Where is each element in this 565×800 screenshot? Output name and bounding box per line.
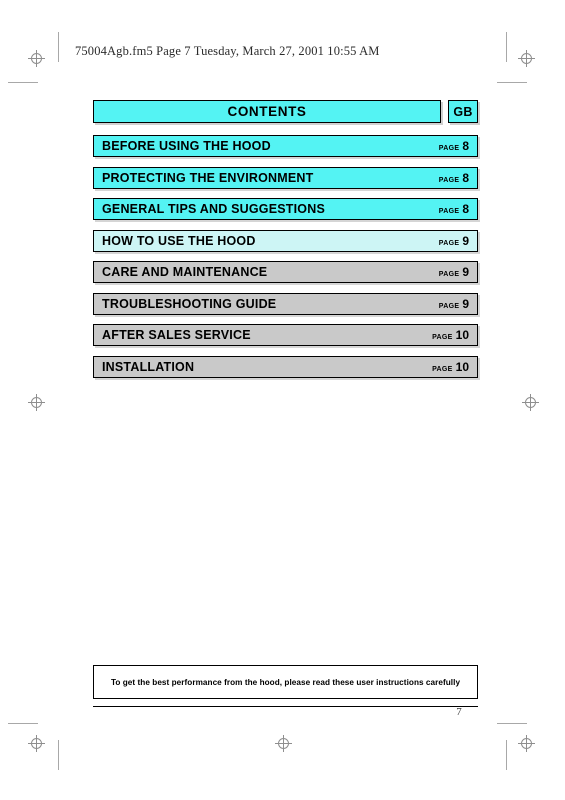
contents-entry-label: GENERAL TIPS AND SUGGESTIONS xyxy=(102,202,325,216)
contents-entry[interactable]: HOW TO USE THE HOOD PAGE 9 xyxy=(93,229,478,252)
contents-entry-label: PROTECTING THE ENVIRONMENT xyxy=(102,170,314,185)
contents-entry[interactable]: CARE AND MAINTENANCE PAGE 9 xyxy=(93,261,478,283)
crop-line-bottom-right-horizontal xyxy=(497,723,527,724)
document-running-head: 75004Agb.fm5 Page 7 Tuesday, March 27, 2… xyxy=(75,44,380,58)
footer-note-text: To get the best performance from the hoo… xyxy=(110,677,461,687)
contents-entry-page-number: 8 xyxy=(462,170,469,185)
crop-line-bottom-left-horizontal xyxy=(8,723,38,724)
contents-title-text: CONTENTS xyxy=(227,104,307,119)
contents-entry-page-number: 10 xyxy=(455,359,469,374)
contents-entry-page-word: PAGE xyxy=(432,334,453,341)
registration-mark-top-right xyxy=(518,50,535,67)
contents-entry[interactable]: BEFORE USING THE HOOD PAGE 8 xyxy=(93,135,478,157)
crop-line-bottom-left-vertical xyxy=(58,740,59,770)
contents-entry-list: BEFORE USING THE HOOD PAGE 8 PROTECTING THE… xyxy=(93,135,478,378)
contents-entry-page-word: PAGE xyxy=(438,208,460,215)
contents-entry-label: HOW TO USE THE HOOD xyxy=(102,233,256,248)
contents-entry[interactable]: INSTALLATION PAGE 10 xyxy=(93,355,478,378)
contents-entry-page-number: 10 xyxy=(455,328,469,342)
contents-entry-page-ref: PAGE 9 xyxy=(439,297,469,311)
contents-entry-page-ref: PAGE 8 xyxy=(439,202,469,216)
contents-entry-page-number: 8 xyxy=(462,139,469,153)
contents-entry-page-ref: PAGE 9 xyxy=(439,265,469,279)
registration-mark-middle-right xyxy=(522,394,539,411)
registration-mark-bottom-left xyxy=(28,735,45,752)
contents-title-bar: CONTENTS xyxy=(93,100,441,123)
contents-entry-page-word: PAGE xyxy=(438,176,460,184)
crop-line-top-left-vertical xyxy=(58,32,59,62)
registration-mark-top-left xyxy=(28,50,45,67)
printed-page-sheet: 75004Agb.fm5 Page 7 Tuesday, March 27, 2… xyxy=(0,0,565,800)
contents-entry-page-number: 9 xyxy=(462,233,469,248)
contents-entry-label: CARE AND MAINTENANCE xyxy=(102,265,268,279)
contents-entry-page-ref: PAGE 10 xyxy=(432,360,469,374)
contents-entry-page-number: 9 xyxy=(462,296,469,311)
contents-entry-page-number: 8 xyxy=(462,202,469,216)
contents-entry-page-word: PAGE xyxy=(438,239,460,247)
contents-entry-label: TROUBLESHOOTING GUIDE xyxy=(102,296,277,311)
contents-entry[interactable]: PROTECTING THE ENVIRONMENT PAGE 8 xyxy=(93,166,478,189)
contents-entry-page-word: PAGE xyxy=(432,365,453,373)
registration-mark-bottom-right xyxy=(518,735,535,752)
crop-line-top-right-horizontal xyxy=(497,82,527,83)
contents-entry-page-word: PAGE xyxy=(438,271,460,278)
table-of-contents: CONTENTS GB BEFORE USING THE HOOD PAGE 8 PR… xyxy=(93,100,478,387)
contents-entry-label: AFTER SALES SERVICE xyxy=(102,328,251,342)
registration-mark-middle-left xyxy=(28,394,45,411)
contents-entry-page-word: PAGE xyxy=(438,145,460,152)
contents-entry-page-ref: PAGE 8 xyxy=(439,171,469,185)
contents-entry[interactable]: AFTER SALES SERVICE PAGE 10 xyxy=(93,324,478,346)
page-number: 7 xyxy=(456,706,462,718)
footer-rule xyxy=(93,706,478,707)
contents-entry-label: BEFORE USING THE HOOD xyxy=(102,139,271,153)
contents-entry[interactable]: GENERAL TIPS AND SUGGESTIONS PAGE 8 xyxy=(93,198,478,220)
crop-line-top-right-vertical xyxy=(506,32,507,62)
registration-mark-bottom-center xyxy=(275,735,292,752)
crop-line-top-left-horizontal xyxy=(8,82,38,83)
contents-entry-page-ref: PAGE 8 xyxy=(439,139,469,153)
contents-entry[interactable]: TROUBLESHOOTING GUIDE PAGE 9 xyxy=(93,292,478,315)
contents-entry-label: INSTALLATION xyxy=(102,359,195,374)
contents-entry-page-ref: PAGE 10 xyxy=(432,328,469,342)
footer-note-box: To get the best performance from the hoo… xyxy=(93,665,478,699)
contents-entry-page-number: 9 xyxy=(462,265,469,279)
crop-line-bottom-right-vertical xyxy=(506,740,507,770)
language-badge: GB xyxy=(448,100,478,123)
contents-entry-page-word: PAGE xyxy=(438,302,460,310)
contents-entry-page-ref: PAGE 9 xyxy=(439,234,469,248)
contents-title-row: CONTENTS GB xyxy=(93,100,478,123)
